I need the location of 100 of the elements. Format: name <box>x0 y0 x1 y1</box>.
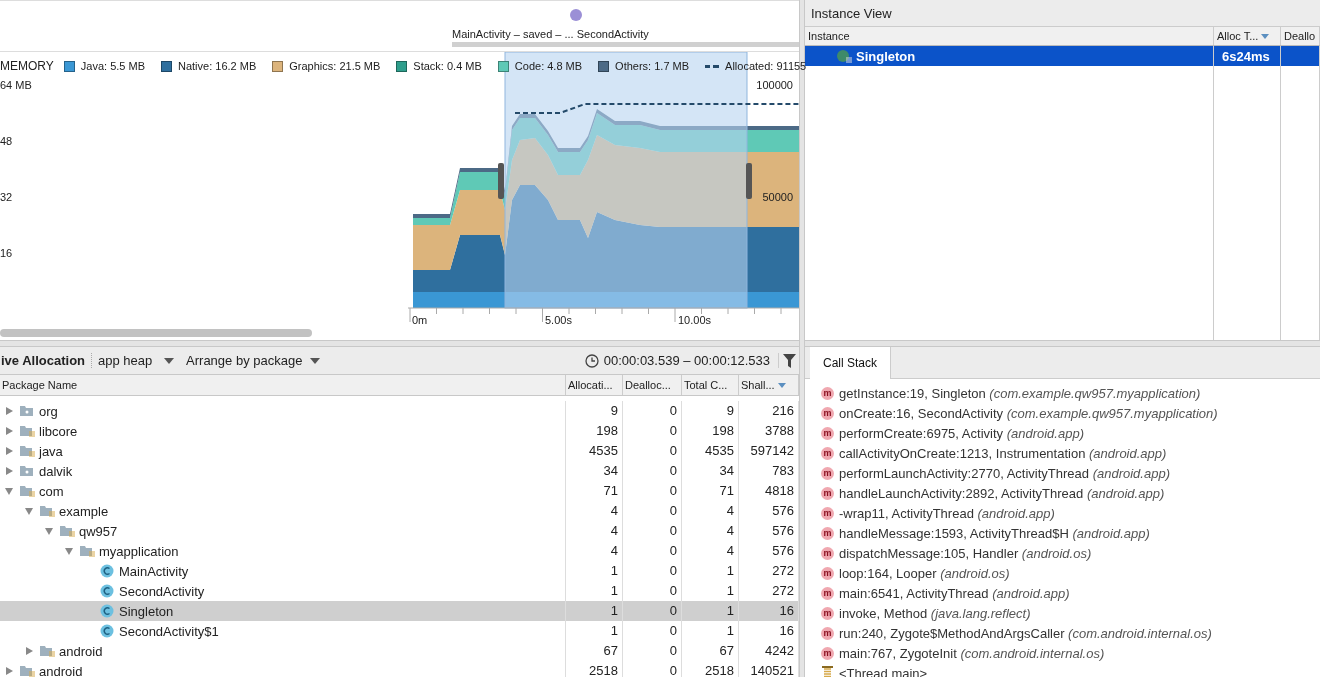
package-folder-icon <box>40 504 55 518</box>
frame-text: handleLaunchActivity:2892, ActivityThread (android.app) <box>839 485 1165 501</box>
table-cell: 4 <box>566 541 623 561</box>
stack-frame[interactable]: m main:767, ZygoteInit (com.android.internal.os) <box>821 643 1320 663</box>
collapse-arrow-icon[interactable] <box>4 666 14 676</box>
column-header[interactable]: Instance <box>805 27 1214 45</box>
table-cell: 2518 <box>682 661 739 677</box>
frame-text: performCreate:6975, Activity (android.app) <box>839 425 1084 441</box>
column-header[interactable]: Deallo <box>1281 27 1320 45</box>
expand-arrow-icon[interactable] <box>4 486 14 496</box>
table-cell: 0 <box>623 561 682 581</box>
method-icon: m <box>821 486 834 500</box>
instance-row[interactable]: Singleton 6s24ms <box>805 46 1320 66</box>
table-cell: 0 <box>623 401 682 421</box>
collapse-arrow-icon[interactable] <box>4 406 14 416</box>
stack-frame[interactable]: m handleMessage:1593, ActivityThread$H (android.app) <box>821 523 1320 543</box>
package-row[interactable]: libcore 198 0 198 3788 <box>0 421 799 441</box>
collapse-arrow-icon[interactable] <box>4 426 14 436</box>
column-header[interactable]: Allocati... <box>566 375 623 395</box>
legend-label: Java: 5.5 MB <box>80 60 145 73</box>
class-icon <box>100 564 115 578</box>
method-icon: m <box>821 646 834 660</box>
event-marker[interactable] <box>570 9 582 21</box>
package-row[interactable]: SecondActivity$1 1 0 1 16 <box>0 621 799 641</box>
legend-label: Graphics: 21.5 MB <box>289 60 381 73</box>
panel-title: ive Allocation <box>0 353 93 368</box>
package-row[interactable]: example 4 0 4 576 <box>0 501 799 521</box>
time-label: 5.00s <box>545 314 572 327</box>
expand-arrow-icon[interactable] <box>64 546 74 556</box>
package-name: SecondActivity$1 <box>119 623 219 639</box>
table-cell: 1 <box>566 601 623 621</box>
column-header[interactable]: Dealloc... <box>623 375 682 395</box>
method-icon: m <box>821 546 834 560</box>
method-icon: m <box>821 586 834 600</box>
axis-label: 50000 <box>762 191 793 204</box>
table-cell: 0 <box>623 461 682 481</box>
stack-frame[interactable]: m invoke, Method (java.lang.reflect) <box>821 603 1320 623</box>
table-cell: 1 <box>566 621 623 641</box>
stack-frame[interactable]: m loop:164, Looper (android.os) <box>821 563 1320 583</box>
caret-icon <box>310 357 321 364</box>
folder-icon <box>20 464 35 478</box>
thread-icon <box>821 665 834 677</box>
stack-frame[interactable]: m run:240, Zygote$MethodAndArgsCaller (com.android.internal.os) <box>821 623 1320 643</box>
collapse-arrow-icon[interactable] <box>4 446 14 456</box>
stack-frame[interactable]: m onCreate:16, SecondActivity (com.example.qw957.myapplication) <box>821 403 1320 423</box>
expand-arrow-icon[interactable] <box>44 526 54 536</box>
stack-frame[interactable]: m performLaunchActivity:2770, ActivityThread (android.app) <box>821 463 1320 483</box>
package-row[interactable]: com 71 0 71 4818 <box>0 481 799 501</box>
package-row[interactable]: myapplication 4 0 4 576 <box>0 541 799 561</box>
range-handle[interactable] <box>746 163 752 200</box>
stack-frame[interactable]: m handleLaunchActivity:2892, ActivityThread (android.app) <box>821 483 1320 503</box>
column-header[interactable]: Package Name <box>0 375 566 395</box>
instance-icon <box>837 49 853 63</box>
collapse-arrow-icon[interactable] <box>4 466 14 476</box>
frame-text: <Thread main> <box>839 665 928 677</box>
stack-frame[interactable]: <Thread main> <box>821 663 1320 677</box>
stack-frame[interactable]: m main:6541, ActivityThread (android.app) <box>821 583 1320 603</box>
sort-arrow-icon <box>1261 33 1270 39</box>
table-cell: 0 <box>623 501 682 521</box>
filter-icon[interactable] <box>782 353 796 368</box>
instance-name: Singleton <box>856 48 916 64</box>
column-header[interactable]: Alloc T... <box>1214 27 1281 45</box>
package-row[interactable]: org 9 0 9 216 <box>0 401 799 421</box>
package-row[interactable]: dalvik 34 0 34 783 <box>0 461 799 481</box>
arrange-dropdown[interactable]: Arrange by package <box>180 353 327 368</box>
frame-text: run:240, Zygote$MethodAndArgsCaller (com.android.internal.os) <box>839 625 1212 641</box>
method-icon: m <box>821 446 834 460</box>
method-icon: m <box>821 426 834 440</box>
class-icon <box>100 604 115 618</box>
table-cell: 1 <box>566 561 623 581</box>
package-row[interactable]: MainActivity 1 0 1 272 <box>0 561 799 581</box>
stack-frame[interactable]: m performCreate:6975, Activity (android.app) <box>821 423 1320 443</box>
frame-text: main:767, ZygoteInit (com.android.internal.os) <box>839 645 1105 661</box>
package-row[interactable]: qw957 4 0 4 576 <box>0 521 799 541</box>
stack-frame[interactable]: m callActivityOnCreate:1213, Instrumentation (android.app) <box>821 443 1320 463</box>
stack-frame[interactable]: m getInstance:19, Singleton (com.example.qw957.myapplication) <box>821 383 1320 403</box>
scrollbar[interactable] <box>0 329 312 338</box>
table-cell: 0 <box>623 601 682 621</box>
collapse-arrow-icon[interactable] <box>24 646 34 656</box>
range-handle[interactable] <box>498 163 504 200</box>
expand-arrow-icon[interactable] <box>24 506 34 516</box>
package-name: MainActivity <box>119 563 189 579</box>
package-row[interactable]: Singleton 1 0 1 16 <box>0 601 799 621</box>
heap-dropdown[interactable]: app heap <box>92 353 181 368</box>
stack-frame[interactable]: m -wrap11, ActivityThread (android.app) <box>821 503 1320 523</box>
table-cell: 1 <box>682 561 739 581</box>
table-cell: 0 <box>623 441 682 461</box>
column-header[interactable]: Total C... <box>682 375 739 395</box>
time-range: 00:00:03.539 – 00:00:12.533 <box>603 353 770 368</box>
call-stack-tab[interactable]: Call Stack <box>810 347 892 379</box>
table-cell: 4 <box>566 521 623 541</box>
stack-frame[interactable]: m dispatchMessage:105, Handler (android.os) <box>821 543 1320 563</box>
package-row[interactable]: java 4535 0 4535 597142 <box>0 441 799 461</box>
package-row[interactable]: android 2518 0 2518 140521 <box>0 661 799 677</box>
table-cell: 4 <box>682 541 739 561</box>
caret-icon <box>164 357 175 364</box>
package-name: com <box>39 483 64 499</box>
package-row[interactable]: android 67 0 67 4242 <box>0 641 799 661</box>
method-icon: m <box>821 626 834 640</box>
frame-text: callActivityOnCreate:1213, Instrumentation (android.app) <box>839 445 1167 461</box>
